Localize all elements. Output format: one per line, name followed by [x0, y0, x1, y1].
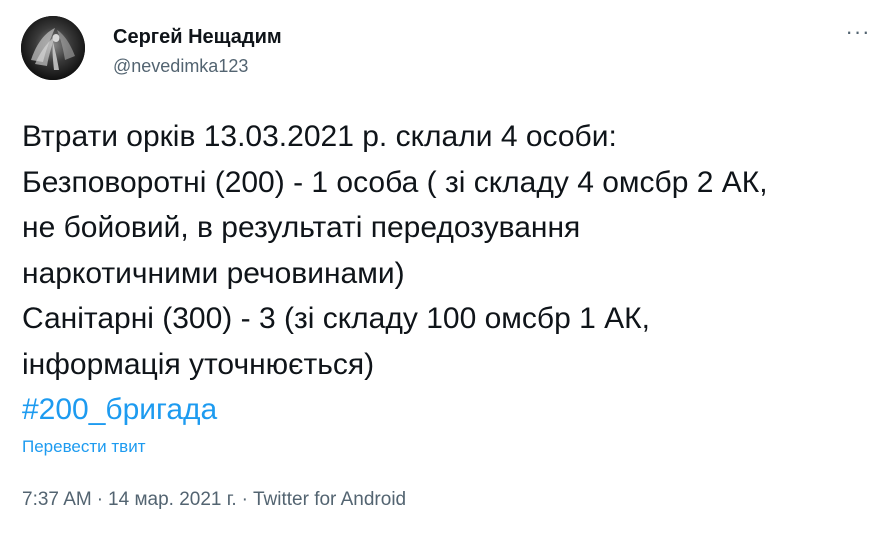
- tweet-text-line: інформація уточнюється): [22, 347, 375, 381]
- tweet-text-line: наркотичними речовинами): [22, 256, 405, 290]
- tweet-text-line: Безповоротні (200) - 1 особа ( зі складу…: [22, 165, 768, 199]
- tweet-source[interactable]: Twitter for Android: [253, 489, 406, 510]
- meta-separator: ·: [241, 489, 248, 510]
- hashtag-link[interactable]: #200_бригада: [22, 387, 892, 433]
- avatar[interactable]: [21, 16, 85, 80]
- author-name[interactable]: Сергей Нещадим: [113, 24, 282, 50]
- author-handle[interactable]: @nevedimka123: [113, 54, 248, 78]
- more-horizontal-icon: ···: [845, 19, 871, 44]
- tweet-time[interactable]: 7:37 AM: [22, 489, 92, 510]
- tweet-date[interactable]: 14 мар. 2021 г.: [108, 489, 237, 510]
- angel-figure-avatar-icon: [21, 16, 85, 80]
- tweet-text: Втрати орків 13.03.2021 р. склали 4 особ…: [22, 114, 892, 433]
- translate-tweet-link[interactable]: Перевести твит: [22, 436, 145, 458]
- more-button[interactable]: ···: [836, 18, 880, 54]
- meta-separator: ·: [96, 489, 104, 510]
- tweet-card: Сергей Нещадим @nevedimka123 ··· Втрати …: [0, 0, 896, 534]
- tweet-text-line: не бойовий, в результаті передозування: [22, 211, 581, 244]
- tweet-metadata: 7:37 AM · 14 мар. 2021 г. · Twitter for Andr…: [22, 487, 406, 513]
- tweet-text-line: Санітарні (300) - 3 (зі складу 100 омсбр…: [22, 302, 650, 335]
- tweet-text-line: Втрати орків 13.03.2021 р. склали 4 особ…: [22, 120, 617, 153]
